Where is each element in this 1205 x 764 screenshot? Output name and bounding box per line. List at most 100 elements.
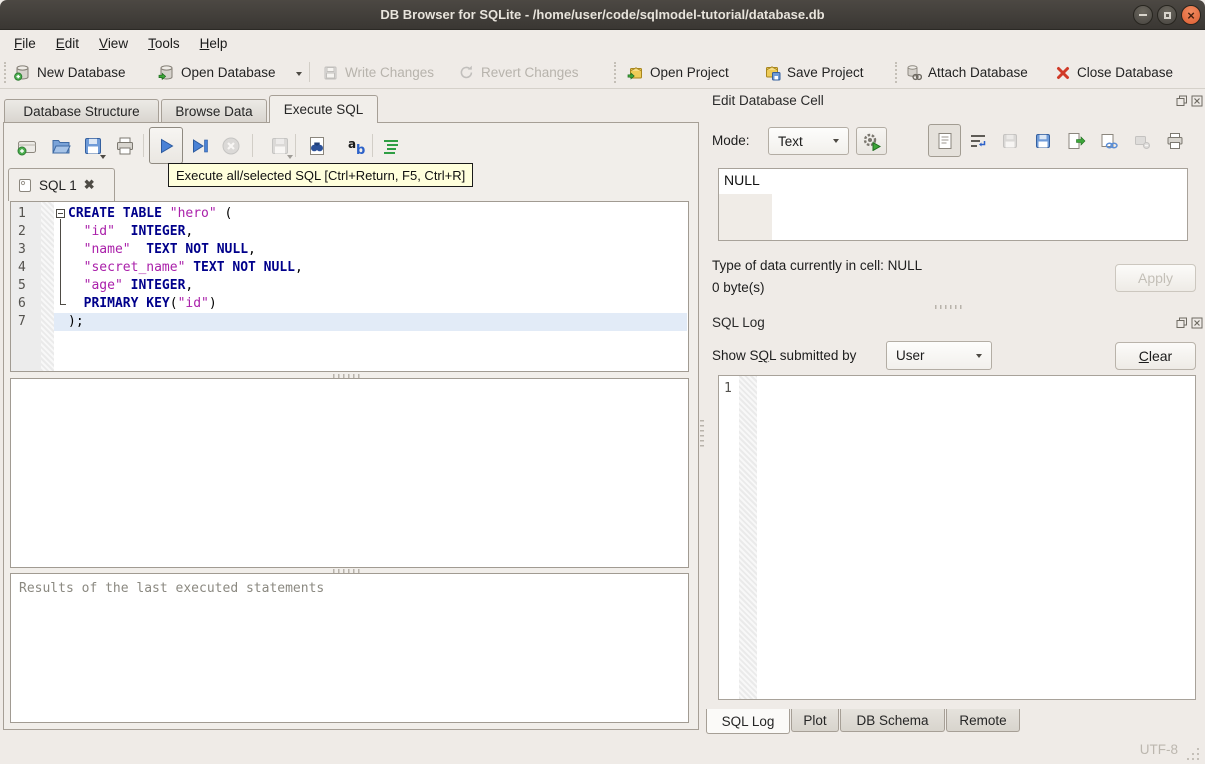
- log-filter-label: Show SQL submitted by: [712, 348, 857, 363]
- execute-all-icon: [161, 138, 174, 153]
- mode-label: Mode:: [712, 133, 750, 148]
- save-results-dropdown-arrow: [287, 155, 293, 159]
- close-database-icon: [1057, 66, 1069, 79]
- toolbar-drag-handle[interactable]: [4, 62, 7, 83]
- tab-database-structure[interactable]: Database Structure: [4, 99, 159, 122]
- format-sql-button[interactable]: [376, 131, 406, 161]
- minimize-button[interactable]: [1133, 5, 1153, 25]
- open-project-button[interactable]: Open Project: [627, 60, 729, 85]
- execute-line-icon: [193, 139, 208, 153]
- open-database-icon: [158, 65, 173, 81]
- stop-button: [216, 131, 246, 161]
- save-results-icon: [272, 138, 288, 154]
- menu-help[interactable]: Help: [190, 33, 238, 54]
- editor-fold-markers[interactable]: [54, 202, 68, 371]
- log-filter-combobox[interactable]: User: [886, 341, 992, 370]
- svg-text:a: a: [348, 137, 356, 151]
- cell-editor-margin: [719, 194, 772, 240]
- export-icon: [1068, 133, 1086, 149]
- results-grid-pane[interactable]: [10, 378, 689, 568]
- dock-tab-plot[interactable]: Plot: [791, 709, 839, 732]
- panel-splitter-handle[interactable]: [700, 420, 704, 450]
- open-database-dropdown-arrow[interactable]: [296, 72, 302, 76]
- clear-log-button[interactable]: Clear: [1115, 342, 1196, 370]
- execute-line-button[interactable]: [185, 131, 215, 161]
- sql-log-dock-buttons: [1176, 317, 1203, 329]
- cell-save-as-button[interactable]: [1031, 129, 1055, 153]
- log-line-numbers: 1: [724, 381, 732, 396]
- resize-grip[interactable]: [1187, 747, 1200, 760]
- execute-tooltip: Execute all/selected SQL [Ctrl+Return, F…: [168, 163, 474, 187]
- float-panel-icon[interactable]: [1176, 317, 1188, 329]
- autocomplete-button[interactable]: a b: [342, 131, 372, 161]
- open-sql-file-icon: [52, 140, 71, 154]
- autocomplete-icon: a b: [348, 137, 365, 157]
- sql-log-title: SQL Log: [712, 315, 765, 330]
- save-sql-file-button[interactable]: [78, 131, 108, 161]
- log-fold-margin: [739, 376, 757, 699]
- new-database-icon: [14, 65, 29, 81]
- close-panel-icon[interactable]: [1191, 317, 1203, 329]
- cell-value-editor[interactable]: NULL: [718, 168, 1188, 241]
- cell-remove-button: [1130, 129, 1154, 153]
- open-database-button[interactable]: Open Database: [158, 60, 276, 85]
- cell-open-file-button: [998, 129, 1022, 153]
- dock-splitter-handle[interactable]: [935, 305, 965, 309]
- cell-text-mode-button[interactable]: [928, 124, 961, 157]
- attach-database-icon: [907, 65, 922, 81]
- sql-log-view[interactable]: 1: [718, 375, 1196, 700]
- menu-file[interactable]: File: [4, 33, 46, 54]
- sql-code-editor[interactable]: 1234567 CREATE TABLE "hero" ( "id" INTEG…: [10, 201, 689, 372]
- sql-file-icon: [19, 178, 31, 192]
- close-button[interactable]: ×: [1181, 5, 1201, 25]
- sql-toolbar-separator: [252, 134, 253, 157]
- toolbar-drag-handle[interactable]: [614, 62, 617, 83]
- print-button[interactable]: [110, 131, 140, 161]
- toolbar-drag-handle[interactable]: [895, 62, 898, 83]
- dock-tab-db-schema[interactable]: DB Schema: [840, 709, 945, 732]
- close-icon: ×: [1187, 7, 1195, 23]
- cell-value: NULL: [724, 172, 760, 188]
- open-project-icon: [627, 67, 642, 80]
- open-tab-button[interactable]: [12, 131, 42, 161]
- tab-browse-data[interactable]: Browse Data: [161, 99, 267, 122]
- save-project-button[interactable]: Save Project: [764, 60, 864, 85]
- encoding-status: UTF-8: [1139, 742, 1178, 757]
- titlebar[interactable]: DB Browser for SQLite - /home/user/code/…: [0, 0, 1205, 30]
- close-panel-icon[interactable]: [1191, 95, 1203, 107]
- window-title: DB Browser for SQLite - /home/user/code/…: [380, 7, 825, 22]
- find-replace-button[interactable]: [302, 131, 332, 161]
- cell-link-button[interactable]: [1097, 129, 1121, 153]
- sql-editor-tab[interactable]: SQL 1 ✖: [8, 168, 115, 201]
- editor-fold-margin: [41, 202, 54, 371]
- results-message-pane[interactable]: Results of the last executed statements: [10, 573, 689, 723]
- revert-changes-icon: [460, 65, 473, 79]
- attach-database-button[interactable]: Attach Database: [905, 60, 1028, 85]
- save-sql-dropdown-arrow[interactable]: [100, 155, 106, 159]
- cell-size-info: 0 byte(s): [712, 280, 765, 295]
- new-database-button[interactable]: New Database: [14, 60, 126, 85]
- menu-edit[interactable]: Edit: [46, 33, 89, 54]
- save-results-button: [265, 131, 295, 161]
- maximize-button[interactable]: [1157, 5, 1177, 25]
- execute-all-button[interactable]: [149, 127, 183, 164]
- menu-view[interactable]: View: [89, 33, 138, 54]
- cell-print-button[interactable]: [1163, 129, 1187, 153]
- dock-tab-remote[interactable]: Remote: [946, 709, 1020, 732]
- write-changes-button: Write Changes: [322, 60, 434, 85]
- stop-icon: [222, 137, 240, 155]
- cell-export-button[interactable]: [1064, 129, 1088, 153]
- dock-tab-sql-log[interactable]: SQL Log: [706, 709, 790, 734]
- menu-tools[interactable]: Tools: [138, 33, 190, 54]
- editor-code-area[interactable]: CREATE TABLE "hero" ( "id" INTEGER, "nam…: [68, 202, 688, 371]
- close-database-button[interactable]: Close Database: [1055, 60, 1173, 85]
- cell-type-info: Type of data currently in cell: NULL: [712, 258, 923, 273]
- mode-combobox[interactable]: Text: [768, 127, 849, 155]
- float-panel-icon[interactable]: [1176, 95, 1188, 107]
- word-wrap-button[interactable]: [966, 129, 990, 153]
- open-sql-file-button[interactable]: [46, 131, 76, 161]
- link-icon: [1101, 134, 1118, 149]
- import-in-cell-button[interactable]: [856, 127, 887, 155]
- tab-close-icon[interactable]: ✖: [84, 177, 95, 193]
- tab-execute-sql[interactable]: Execute SQL: [269, 95, 378, 123]
